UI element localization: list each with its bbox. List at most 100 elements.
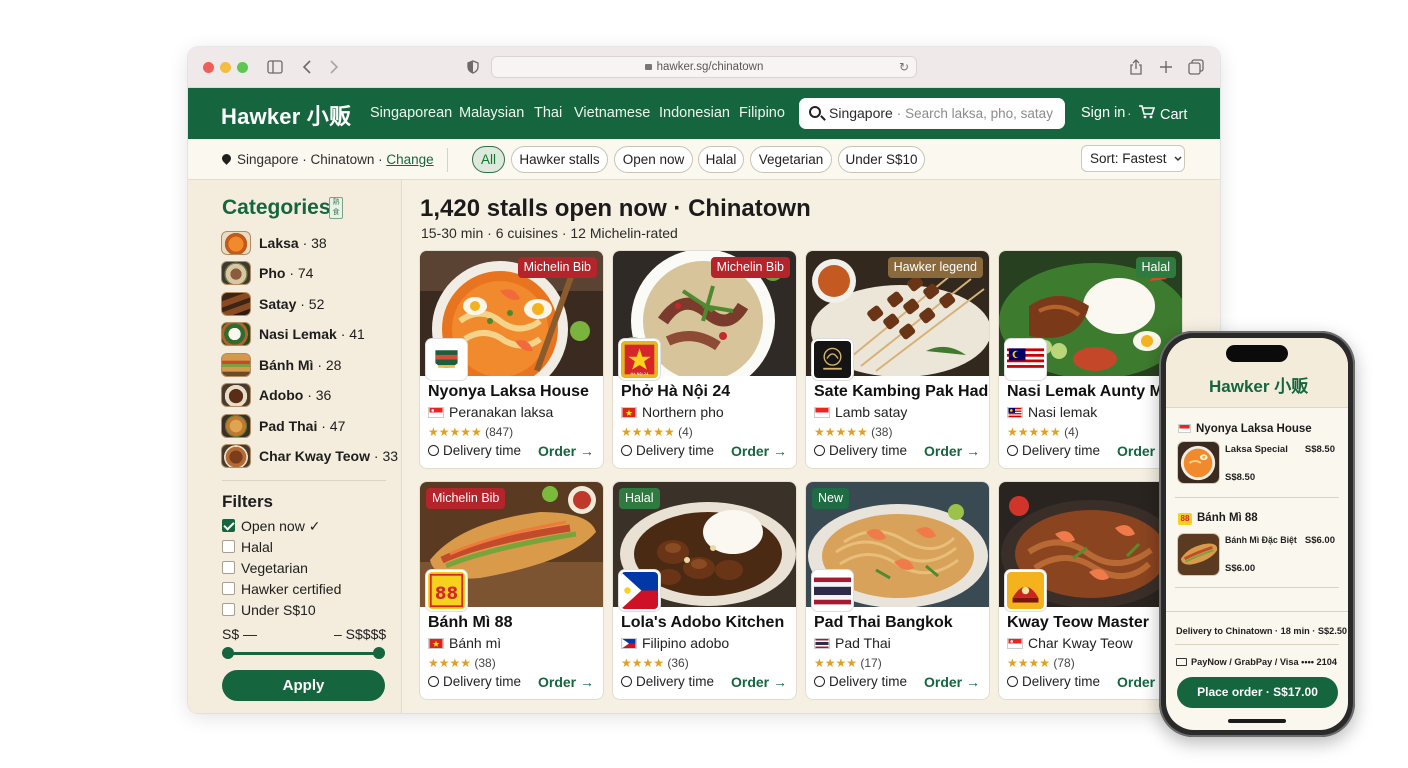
place-order-button[interactable]: Place order · S$17.00: [1177, 677, 1338, 708]
minimize-window-button[interactable]: [220, 62, 231, 73]
cuisine-label: Pad Thai: [835, 635, 891, 651]
stall-card-nyonya-laksa[interactable]: Michelin Bib Nyonya Laksa House Peranaka…: [420, 251, 603, 468]
chip-hawker-stalls[interactable]: Hawker stalls: [511, 146, 608, 173]
new-tab-icon[interactable]: [1158, 57, 1174, 77]
category-name: Char Kway Teow: [259, 448, 370, 464]
search-location: Singapore: [829, 105, 893, 121]
change-location-link[interactable]: Change: [386, 152, 433, 167]
stall-cuisine: Northern pho: [621, 404, 724, 420]
zoom-window-button[interactable]: [237, 62, 248, 73]
header-separator: ·: [1127, 105, 1132, 121]
indonesia-flag-icon: [814, 407, 830, 418]
stall-card-sate-kambing[interactable]: Hawker legend Sate Kambing Pak Hadi Lamb…: [806, 251, 989, 468]
stall-cuisine: Nasi lemak: [1007, 404, 1097, 420]
divider: [1175, 497, 1339, 498]
stall-logo: [1005, 339, 1046, 380]
reload-icon[interactable]: ↻: [899, 57, 909, 78]
location-indicator: Singapore · Chinatown · Change: [220, 152, 434, 167]
stall-cuisine: Pad Thai: [814, 635, 891, 651]
divider: [1175, 644, 1339, 645]
thailand-flag-icon: [814, 638, 830, 649]
delivery-time: Delivery time: [814, 674, 907, 689]
share-icon[interactable]: [1128, 57, 1144, 77]
forward-icon[interactable]: [327, 57, 341, 77]
nav-filipino[interactable]: Filipino: [739, 105, 785, 121]
stall-name: Sate Kambing Pak Hadi: [814, 383, 989, 400]
sign-in-link[interactable]: Sign in: [1081, 105, 1125, 121]
stall-card-nasi-lemak[interactable]: Halal Nasi Lemak Aunty Ma Nasi lemak ★★★…: [999, 251, 1182, 468]
close-window-button[interactable]: [203, 62, 214, 73]
stall-logo: [426, 339, 467, 380]
checkbox[interactable]: [222, 540, 235, 553]
stall-name: Pad Thai Bangkok: [814, 614, 953, 631]
checkbox[interactable]: [222, 603, 235, 616]
page-subtitle: 15-30 min · 6 cuisines · 12 Michelin-rat…: [421, 225, 678, 241]
cuisine-label: Northern pho: [642, 404, 724, 420]
nav-malaysian[interactable]: Malaysian: [459, 105, 524, 121]
address-bar[interactable]: hawker.sg/chinatown ↻: [491, 56, 917, 78]
rating-stars: ★★★★: [1007, 656, 1051, 670]
review-count: (38): [474, 656, 496, 670]
stall-card-lolas-adobo[interactable]: Halal Lola's Adobo Kitchen Filipino adob…: [613, 482, 796, 699]
order-button[interactable]: Order →: [538, 674, 594, 690]
cart-button[interactable]: Cart: [1139, 105, 1187, 123]
delivery-summary: Delivery to Chinatown · 18 min · S$2.50: [1176, 626, 1348, 636]
site-logo[interactable]: Hawker 小贩: [221, 99, 351, 131]
sidebar-toggle-icon[interactable]: [266, 57, 284, 77]
stall-logo: [1005, 570, 1046, 611]
chip-open-now[interactable]: Open now: [614, 146, 693, 173]
stall-name: Nasi Lemak Aunty Ma: [1007, 383, 1172, 400]
price-slider-max-handle[interactable]: [373, 647, 385, 659]
cuisine-label: Char Kway Teow: [1028, 635, 1133, 651]
stall-rating: ★★★★★ (4): [1007, 425, 1079, 439]
clock-icon: [621, 676, 632, 687]
stall-name: Bánh Mì 88: [428, 614, 513, 631]
sort-dropdown[interactable]: Sort: Fastest: [1081, 145, 1185, 172]
price-slider-track[interactable]: [228, 652, 379, 655]
chip-under-10[interactable]: Under S$10: [838, 146, 925, 173]
category-count: · 28: [317, 357, 342, 373]
lock-icon: [644, 64, 652, 70]
stall-logo: 88: [426, 570, 467, 611]
stall-rating: ★★★★★ (4): [621, 425, 693, 439]
clock-icon: [621, 445, 632, 456]
review-count: (78): [1053, 656, 1075, 670]
chip-all[interactable]: All: [472, 146, 505, 173]
nav-thai[interactable]: Thai: [534, 105, 562, 121]
order-button[interactable]: Order →: [731, 674, 787, 690]
stall-card-pad-thai-bangkok[interactable]: New Pad Thai Bangkok Pad Thai ★★★★ (17) …: [806, 482, 989, 699]
checkbox[interactable]: [222, 561, 235, 574]
category-count: · 47: [321, 418, 346, 434]
nav-singaporean[interactable]: Singaporean: [370, 105, 452, 121]
order-button[interactable]: Order →: [924, 674, 980, 690]
price-slider-min-handle[interactable]: [222, 647, 234, 659]
nav-vietnamese[interactable]: Vietnamese: [574, 105, 650, 121]
checkbox[interactable]: [222, 582, 235, 595]
delivery-time: Delivery time: [428, 674, 521, 689]
adobo-thumbnail: [221, 383, 251, 407]
stall-card-pho-ha-noi[interactable]: Michelin Bib Hà Nội 24 Phở Hà Nội 24 Nor…: [613, 251, 796, 468]
privacy-shield-icon[interactable]: [466, 57, 480, 77]
order-button[interactable]: Order →: [538, 443, 594, 459]
page-title: 1,420 stalls open now · Chinatown: [420, 195, 811, 222]
cuisine-label: Bánh mì: [449, 635, 502, 651]
cart-stall-name: Bánh Mì 88: [1197, 512, 1258, 524]
chip-vegetarian[interactable]: Vegetarian: [750, 146, 832, 173]
chip-halal[interactable]: Halal: [698, 146, 744, 173]
tab-overview-icon[interactable]: [1187, 57, 1205, 77]
back-icon[interactable]: [300, 57, 314, 77]
nav-indonesian[interactable]: Indonesian: [659, 105, 730, 121]
search-input[interactable]: Singapore · Search laksa, pho, satay: [799, 98, 1065, 129]
categories-badge: 熟 食: [329, 197, 343, 219]
michelin-bib-badge: Michelin Bib: [710, 257, 790, 278]
order-button[interactable]: Order →: [731, 443, 787, 459]
checkbox-checked[interactable]: [222, 519, 235, 532]
stall-card-kway-teow-master[interactable]: Kway Teow Master Char Kway Teow ★★★★ (78…: [999, 482, 1182, 699]
stall-name: Lola's Adobo Kitchen: [621, 614, 785, 631]
clock-icon: [1007, 676, 1018, 687]
order-button[interactable]: Order →: [924, 443, 980, 459]
apply-filters-button[interactable]: Apply: [222, 670, 385, 701]
payment-method[interactable]: PayNow / GrabPay / Visa •••• 2104: [1176, 657, 1337, 667]
stall-card-banh-mi-88[interactable]: Michelin Bib 88 Bánh Mì 88 Bánh mì ★★★★ …: [420, 482, 603, 699]
review-count: (4): [678, 425, 693, 439]
